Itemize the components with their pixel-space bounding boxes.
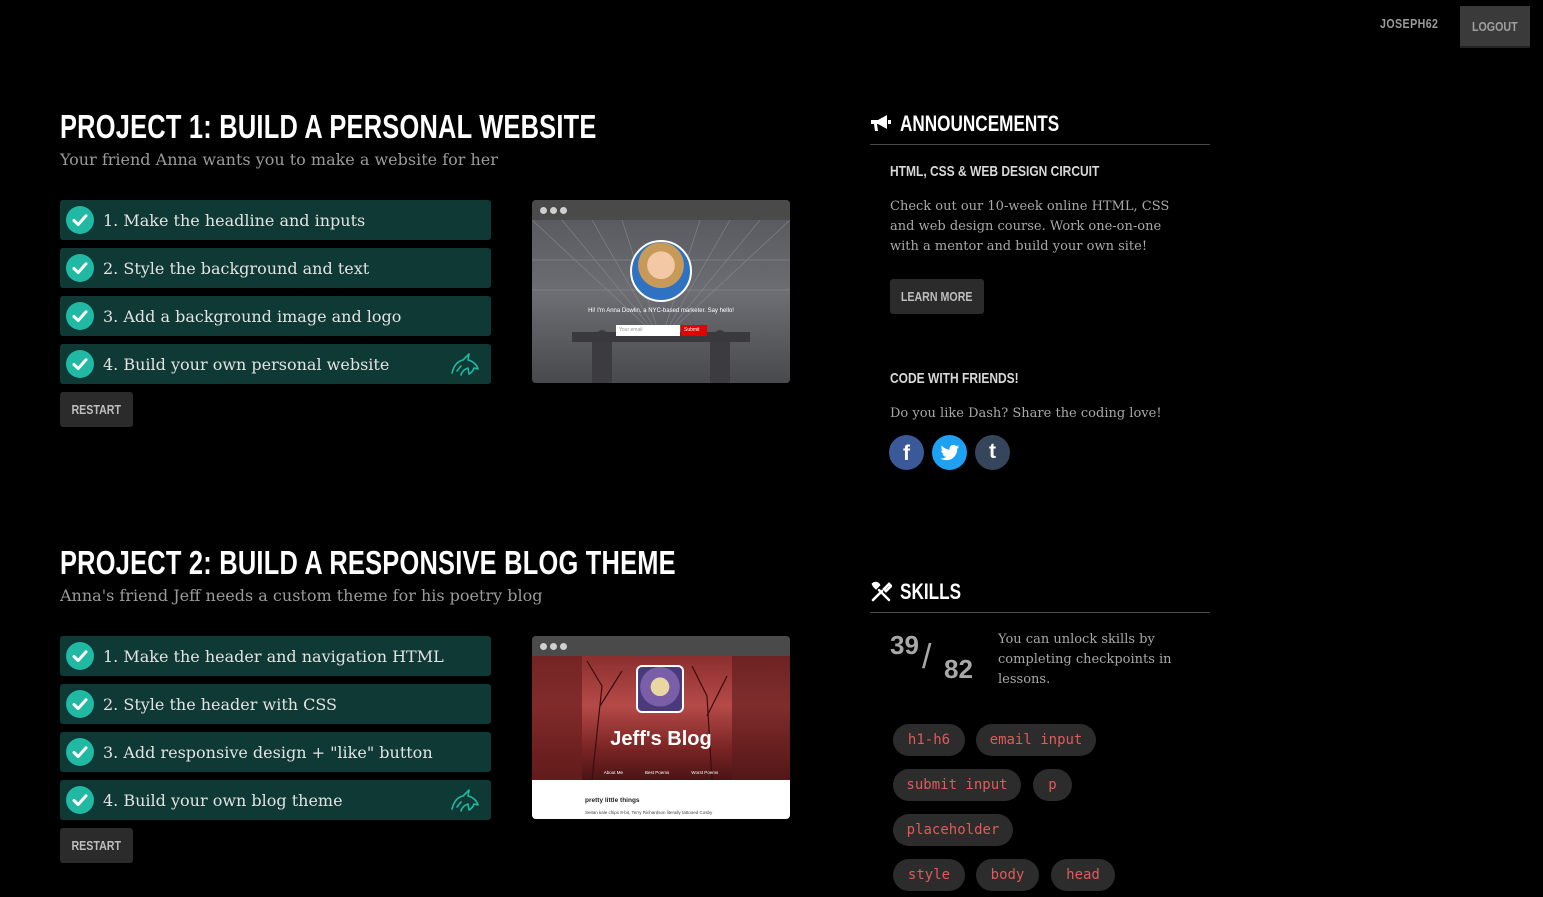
project-1-step-4[interactable]: 4. Build your own personal website (60, 344, 491, 384)
blog-post-title: pretty little things (585, 797, 640, 804)
checkmark-icon (66, 254, 94, 282)
facebook-share-button[interactable]: f (889, 435, 924, 470)
step-label: 3. Add a background image and logo (103, 306, 402, 326)
project-1-step-1[interactable]: 1. Make the headline and inputs (60, 200, 491, 240)
twitter-icon (940, 444, 959, 460)
checkmark-icon (66, 690, 94, 718)
project-1-step-3[interactable]: 3. Add a background image and logo (60, 296, 491, 336)
project-2-preview[interactable]: Jeff's Blog About Me Best Poems Worst Po… (532, 636, 790, 819)
step-label: 3. Add responsive design + "like" button (103, 742, 433, 762)
project-2-step-2[interactable]: 2. Style the header with CSS (60, 684, 491, 724)
project-1-restart-button[interactable]: RESTART (60, 392, 133, 427)
circuit-title: HTML, CSS & WEB DESIGN CIRCUIT (890, 163, 1100, 180)
skill-tag[interactable]: submit input (893, 769, 1021, 801)
step-label: 2. Style the background and text (103, 258, 370, 278)
checkmark-icon (66, 642, 94, 670)
skills-unlocked-count: 39 (890, 630, 919, 660)
unicorn-icon (451, 353, 479, 376)
project-2-step-4[interactable]: 4. Build your own blog theme (60, 780, 491, 820)
step-label: 4. Build your own blog theme (103, 790, 343, 810)
browser-chrome (532, 200, 790, 220)
twitter-share-button[interactable] (932, 435, 967, 470)
code-with-friends-text: Do you like Dash? Share the coding love! (890, 406, 1162, 421)
step-label: 1. Make the headline and inputs (103, 210, 366, 230)
skill-tag[interactable]: style (893, 859, 965, 891)
blog-nav-item: Worst Poems (691, 770, 719, 775)
project-2-step-1[interactable]: 1. Make the header and navigation HTML (60, 636, 491, 676)
tools-icon (871, 581, 892, 602)
blog-nav: About Me Best Poems Worst Poems (532, 770, 790, 775)
blog-nav-item: Best Poems (645, 770, 670, 775)
blog-title: Jeff's Blog (610, 728, 712, 750)
announcements-title: ANNOUNCEMENTS (900, 111, 1060, 136)
preview-tagline: Hi! I'm Anna Dowlin, a NYC-based markete… (588, 308, 734, 314)
username[interactable]: JOSEPH62 (1380, 16, 1438, 36)
learn-more-label: LEARN MORE (901, 289, 973, 304)
skill-tag[interactable]: body (976, 859, 1039, 891)
restart-label: RESTART (71, 402, 122, 417)
logout-label: LOGOUT (1472, 18, 1518, 34)
step-label: 4. Build your own personal website (103, 354, 390, 374)
tumblr-icon: t (989, 440, 996, 463)
project-1-title: PROJECT 1: BUILD A PERSONAL WEBSITE (60, 108, 597, 145)
circuit-text: Check out our 10-week online HTML, CSS a… (890, 199, 1170, 254)
unicorn-icon (451, 789, 479, 812)
preview-email-input: Your email (616, 325, 680, 336)
browser-chrome (532, 636, 790, 656)
skills-total-count: 82 (944, 654, 973, 684)
skill-tag[interactable]: p (1033, 769, 1072, 801)
facebook-icon: f (903, 441, 910, 465)
blog-post-text: Seitan kale chips 8-bit, Terry Richardso… (585, 810, 713, 815)
blog-nav-item: About Me (603, 770, 624, 775)
logout-button[interactable]: LOGOUT (1460, 6, 1530, 46)
avatar (630, 240, 692, 302)
megaphone-icon (871, 115, 891, 131)
checkmark-icon (66, 350, 94, 378)
project-2-subtitle: Anna's friend Jeff needs a custom theme … (60, 586, 543, 605)
checkmark-icon (66, 738, 94, 766)
announcements-header: ANNOUNCEMENTS (870, 111, 1210, 145)
skills-count-separator: / (922, 638, 932, 676)
project-1-preview[interactable]: Hi! I'm Anna Dowlin, a NYC-based markete… (532, 200, 790, 383)
project-2-step-3[interactable]: 3. Add responsive design + "like" button (60, 732, 491, 772)
preview-submit-button: Submit (681, 325, 707, 336)
checkmark-icon (66, 302, 94, 330)
skill-tag[interactable]: email input (976, 724, 1096, 756)
blog-header-image: Jeff's Blog About Me Best Poems Worst Po… (532, 656, 790, 780)
project-1-subtitle: Your friend Anna wants you to make a web… (60, 150, 498, 169)
skill-tag[interactable]: head (1051, 859, 1115, 891)
skills-description: You can unlock skills by completing chec… (998, 632, 1172, 687)
skills-header: SKILLS (870, 579, 1210, 613)
skill-tag[interactable]: placeholder (893, 814, 1013, 846)
project-2-title: PROJECT 2: BUILD A RESPONSIVE BLOG THEME (60, 544, 676, 581)
project-1-step-2[interactable]: 2. Style the background and text (60, 248, 491, 288)
restart-label: RESTART (71, 838, 122, 853)
step-label: 2. Style the header with CSS (103, 694, 338, 714)
project-2-restart-button[interactable]: RESTART (60, 828, 133, 863)
blog-avatar (636, 665, 684, 713)
code-with-friends-title: CODE WITH FRIENDS! (890, 370, 1019, 387)
skills-title: SKILLS (900, 579, 962, 604)
skill-tag[interactable]: h1-h6 (893, 724, 965, 756)
learn-more-button[interactable]: LEARN MORE (890, 279, 984, 314)
tumblr-share-button[interactable]: t (975, 435, 1010, 470)
checkmark-icon (66, 206, 94, 234)
checkmark-icon (66, 786, 94, 814)
step-label: 1. Make the header and navigation HTML (103, 646, 444, 666)
